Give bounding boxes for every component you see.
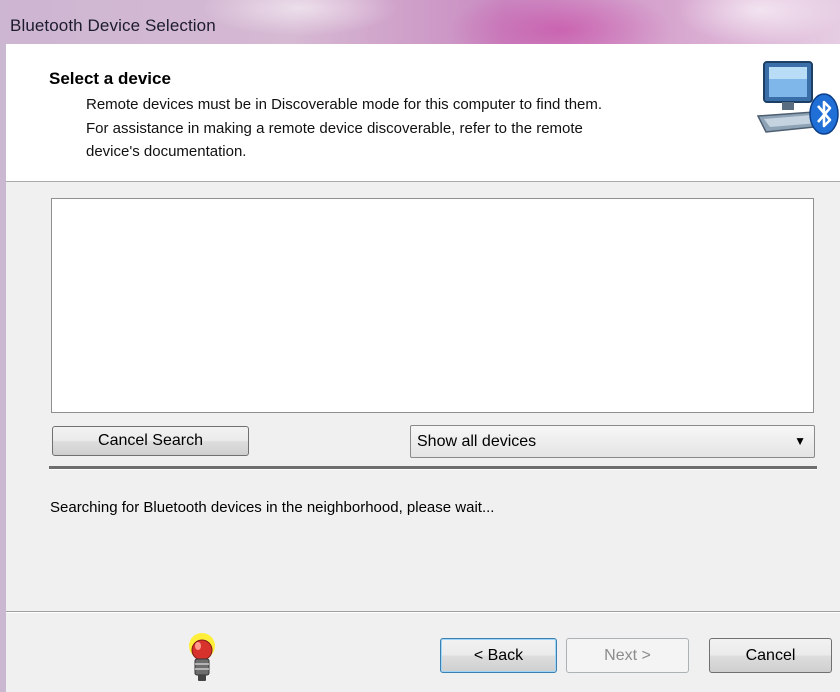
header-title: Select a device: [49, 69, 171, 88]
device-list[interactable]: [51, 198, 814, 413]
back-button[interactable]: < Back: [440, 638, 557, 673]
header-description-line-3: device's documentation.: [86, 143, 247, 160]
footer-divider: [6, 611, 840, 613]
cancel-search-button[interactable]: Cancel Search: [52, 426, 249, 456]
device-filter-dropdown[interactable]: Show all devices ▼: [410, 425, 815, 458]
header-description-line-1: Remote devices must be in Discoverable m…: [86, 96, 603, 113]
header-description-line-2: For assistance in making a remote device…: [86, 120, 583, 137]
cancel-button[interactable]: Cancel: [709, 638, 832, 673]
window-title: Bluetooth Device Selection: [10, 16, 216, 35]
wizard-header: Select a device Remote devices must be i…: [6, 44, 840, 182]
next-button[interactable]: Next >: [566, 638, 689, 673]
chevron-down-icon[interactable]: ▼: [794, 434, 806, 448]
lightbulb-icon: [189, 633, 215, 681]
progress-separator: [49, 466, 817, 470]
device-filter-value: Show all devices: [417, 433, 537, 450]
title-bar[interactable]: Bluetooth Device Selection: [0, 0, 840, 44]
status-text: Searching for Bluetooth devices in the n…: [50, 499, 495, 516]
bluetooth-computer-icon: [756, 61, 839, 135]
